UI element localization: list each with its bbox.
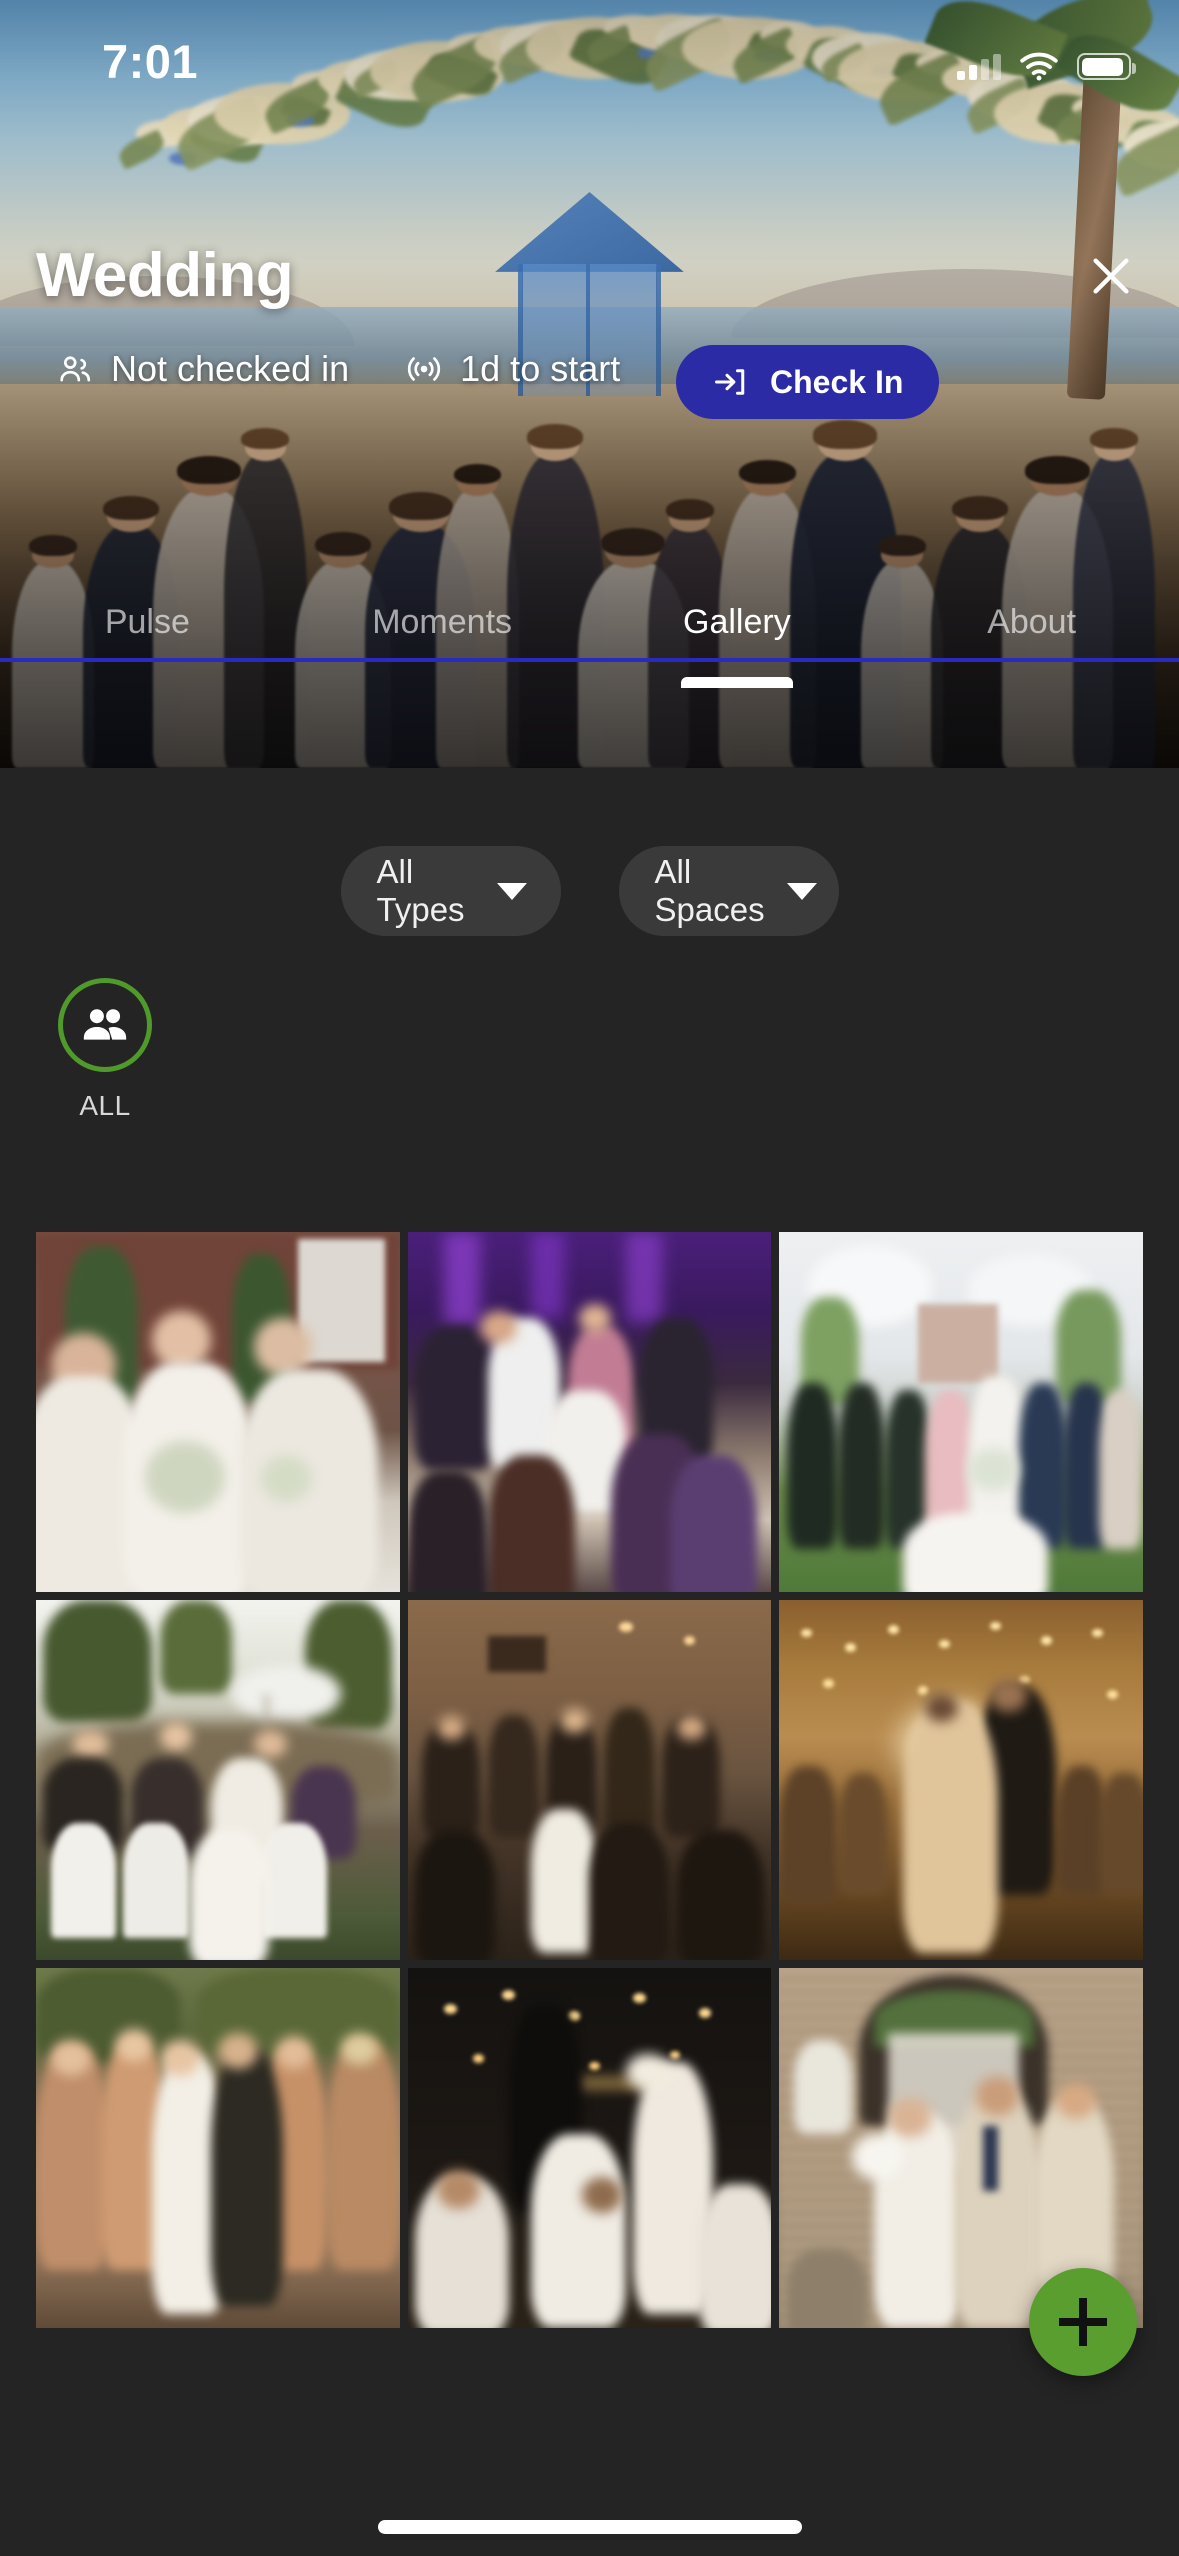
tab-label: Pulse: [104, 602, 190, 641]
close-button[interactable]: [1075, 240, 1147, 312]
cellular-signal-icon: [957, 53, 1001, 80]
chevron-down-icon: [786, 882, 817, 900]
login-arrow-icon: [715, 369, 745, 395]
tab-gallery[interactable]: Gallery: [590, 572, 885, 672]
check-in-label: Check In: [770, 363, 904, 400]
add-photo-button[interactable]: [1029, 2268, 1137, 2376]
tab-label: Gallery: [683, 602, 791, 641]
gallery-photo[interactable]: [407, 1600, 772, 1960]
avatar-filter-all[interactable]: ALL: [36, 978, 174, 1122]
countdown-status: 1d to start: [405, 348, 620, 390]
filter-all-spaces[interactable]: All Spaces: [618, 846, 839, 936]
avatar-label: ALL: [79, 1090, 131, 1121]
page-title: Wedding: [36, 241, 294, 310]
filter-label: All Types: [376, 853, 465, 928]
checkin-status: Not checked in: [56, 348, 349, 390]
participant-filter-row: ALL: [36, 978, 174, 1122]
status-bar-time: 7:01: [102, 35, 199, 88]
gallery-photo[interactable]: [36, 1600, 400, 1960]
avatar: [58, 978, 152, 1072]
filter-label: All Spaces: [654, 853, 765, 928]
status-bar: 7:01: [0, 0, 1179, 120]
plus-icon: [1059, 2298, 1107, 2346]
wifi-icon: [1020, 52, 1058, 81]
broadcast-icon: [408, 357, 441, 381]
gallery-photo[interactable]: [779, 1232, 1143, 1592]
people-icon: [60, 356, 91, 382]
event-meta-row: Not checked in 1d to start: [56, 348, 620, 390]
section-tabs: Pulse Moments Gallery About: [0, 572, 1179, 672]
chevron-down-icon: [496, 882, 527, 900]
people-icon: [83, 1009, 127, 1040]
tab-about[interactable]: About: [884, 572, 1179, 672]
gallery-filters: All Types All Spaces: [0, 846, 1179, 936]
countdown-label: 1d to start: [460, 348, 621, 389]
gallery-photo[interactable]: [779, 1600, 1143, 1960]
tab-moments[interactable]: Moments: [295, 572, 590, 672]
gallery-photo[interactable]: [407, 1968, 772, 2328]
photo-grid: [36, 1232, 1143, 2328]
gallery-photo[interactable]: [407, 1232, 772, 1592]
battery-icon: [1077, 53, 1136, 80]
filter-all-types[interactable]: All Types: [340, 846, 561, 936]
tab-label: Moments: [372, 602, 513, 641]
gallery-photo[interactable]: [36, 1232, 400, 1592]
close-icon: [1093, 258, 1129, 294]
tab-label: About: [987, 602, 1077, 641]
tab-pulse[interactable]: Pulse: [0, 572, 295, 672]
app-screen: Wedding Not checked in 1d to start Check…: [0, 0, 1179, 2556]
checkin-status-label: Not checked in: [111, 348, 350, 389]
home-indicator[interactable]: [377, 2520, 802, 2534]
check-in-button[interactable]: Check In: [676, 345, 940, 419]
gallery-photo[interactable]: [36, 1968, 400, 2328]
